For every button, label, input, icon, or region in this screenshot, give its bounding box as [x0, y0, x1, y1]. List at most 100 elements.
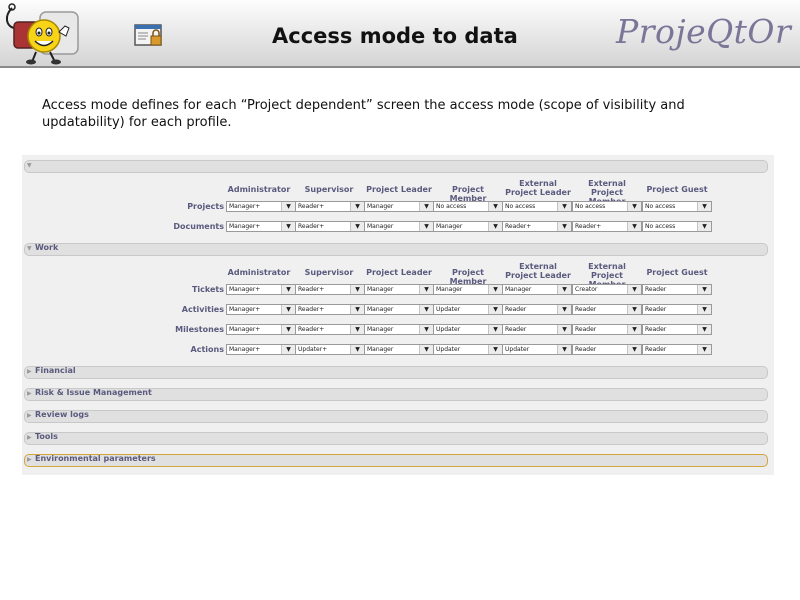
section-header-3[interactable]: ▶ Risk & Issue Management: [24, 388, 768, 401]
chevron-down-icon[interactable]: ▼: [557, 325, 571, 334]
access-mode-select[interactable]: Creator ▼: [572, 284, 642, 295]
access-mode-select[interactable]: Manager ▼: [364, 201, 434, 212]
access-mode-select[interactable]: No access ▼: [433, 201, 503, 212]
chevron-down-icon[interactable]: ▼: [557, 345, 571, 354]
access-mode-select[interactable]: Manager+ ▼: [226, 221, 296, 232]
chevron-down-icon[interactable]: ▼: [350, 345, 364, 354]
chevron-down-icon[interactable]: ▼: [697, 285, 711, 294]
chevron-down-icon[interactable]: ▼: [350, 285, 364, 294]
row-label-documents: Documents: [173, 222, 224, 231]
select-value: No access: [645, 203, 676, 210]
chevron-down-icon[interactable]: ▼: [281, 305, 295, 314]
chevron-down-icon[interactable]: ▼: [557, 202, 571, 211]
access-mode-select[interactable]: Reader+ ▼: [295, 201, 365, 212]
access-mode-select[interactable]: Reader ▼: [502, 304, 572, 315]
access-mode-select[interactable]: Reader+ ▼: [295, 221, 365, 232]
access-mode-select[interactable]: Reader ▼: [572, 324, 642, 335]
chevron-down-icon[interactable]: ▼: [419, 345, 433, 354]
access-mode-select[interactable]: Reader ▼: [642, 324, 712, 335]
chevron-down-icon[interactable]: ▼: [350, 325, 364, 334]
access-mode-select[interactable]: Manager ▼: [364, 284, 434, 295]
access-mode-select[interactable]: Reader+ ▼: [572, 221, 642, 232]
access-mode-select[interactable]: Updater+ ▼: [295, 344, 365, 355]
access-mode-select[interactable]: Manager+ ▼: [226, 304, 296, 315]
access-mode-select[interactable]: Manager ▼: [364, 304, 434, 315]
chevron-down-icon[interactable]: ▼: [627, 325, 641, 334]
access-mode-select[interactable]: Manager ▼: [433, 221, 503, 232]
section-header-4[interactable]: ▶ Review logs: [24, 410, 768, 423]
triangle-down-icon: ▼: [27, 245, 32, 252]
chevron-down-icon[interactable]: ▼: [627, 305, 641, 314]
access-mode-select[interactable]: Manager ▼: [364, 324, 434, 335]
section-header-5[interactable]: ▶ Tools: [24, 432, 768, 445]
access-mode-select[interactable]: Reader+ ▼: [502, 221, 572, 232]
chevron-down-icon[interactable]: ▼: [281, 325, 295, 334]
access-mode-select[interactable]: Reader ▼: [502, 324, 572, 335]
select-value: Manager+: [229, 203, 261, 210]
access-mode-select[interactable]: Manager+ ▼: [226, 344, 296, 355]
chevron-down-icon[interactable]: ▼: [627, 285, 641, 294]
chevron-down-icon[interactable]: ▼: [419, 285, 433, 294]
access-mode-select[interactable]: Manager ▼: [433, 284, 503, 295]
access-mode-select[interactable]: Manager+ ▼: [226, 284, 296, 295]
section-header-6[interactable]: ▶ Environmental parameters: [24, 454, 768, 467]
access-mode-select[interactable]: Manager+ ▼: [226, 324, 296, 335]
access-mode-select[interactable]: Reader ▼: [642, 284, 712, 295]
chevron-down-icon[interactable]: ▼: [419, 202, 433, 211]
chevron-down-icon[interactable]: ▼: [350, 202, 364, 211]
access-mode-select[interactable]: Manager+ ▼: [226, 201, 296, 212]
chevron-down-icon[interactable]: ▼: [419, 305, 433, 314]
access-mode-select[interactable]: Reader ▼: [572, 344, 642, 355]
access-mode-select[interactable]: No access ▼: [502, 201, 572, 212]
chevron-down-icon[interactable]: ▼: [350, 222, 364, 231]
section-header-2[interactable]: ▶ Financial: [24, 366, 768, 379]
access-mode-select[interactable]: Manager ▼: [364, 344, 434, 355]
section-header-1[interactable]: ▼ Work: [24, 243, 768, 256]
chevron-down-icon[interactable]: ▼: [627, 222, 641, 231]
select-value: Manager: [367, 286, 394, 293]
access-mode-select[interactable]: Updater ▼: [433, 304, 503, 315]
access-mode-select[interactable]: Reader+ ▼: [295, 284, 365, 295]
chevron-down-icon[interactable]: ▼: [281, 202, 295, 211]
chevron-down-icon[interactable]: ▼: [488, 345, 502, 354]
chevron-down-icon[interactable]: ▼: [350, 305, 364, 314]
chevron-down-icon[interactable]: ▼: [627, 345, 641, 354]
chevron-down-icon[interactable]: ▼: [557, 305, 571, 314]
select-value: Reader: [575, 346, 597, 353]
chevron-down-icon[interactable]: ▼: [419, 222, 433, 231]
chevron-down-icon[interactable]: ▼: [697, 325, 711, 334]
chevron-down-icon[interactable]: ▼: [697, 222, 711, 231]
chevron-down-icon[interactable]: ▼: [281, 285, 295, 294]
chevron-down-icon[interactable]: ▼: [281, 345, 295, 354]
access-mode-select[interactable]: Manager ▼: [502, 284, 572, 295]
chevron-down-icon[interactable]: ▼: [697, 305, 711, 314]
select-value: Manager+: [229, 286, 261, 293]
chevron-down-icon[interactable]: ▼: [697, 345, 711, 354]
access-mode-select[interactable]: Updater ▼: [433, 344, 503, 355]
chevron-down-icon[interactable]: ▼: [281, 222, 295, 231]
access-mode-select[interactable]: Updater ▼: [433, 324, 503, 335]
access-mode-select[interactable]: Reader ▼: [642, 304, 712, 315]
chevron-down-icon[interactable]: ▼: [488, 285, 502, 294]
chevron-down-icon[interactable]: ▼: [488, 202, 502, 211]
access-mode-select[interactable]: Manager ▼: [364, 221, 434, 232]
projeqtor-logo: ProjeQtOr: [616, 12, 792, 51]
chevron-down-icon[interactable]: ▼: [419, 325, 433, 334]
chevron-down-icon[interactable]: ▼: [557, 222, 571, 231]
access-mode-select[interactable]: Reader ▼: [572, 304, 642, 315]
chevron-down-icon[interactable]: ▼: [488, 305, 502, 314]
chevron-down-icon[interactable]: ▼: [557, 285, 571, 294]
chevron-down-icon[interactable]: ▼: [488, 325, 502, 334]
access-mode-select[interactable]: No access ▼: [572, 201, 642, 212]
access-mode-select[interactable]: Reader+ ▼: [295, 324, 365, 335]
access-mode-select[interactable]: No access ▼: [642, 201, 712, 212]
section-header-0[interactable]: ▼: [24, 160, 768, 173]
chevron-down-icon[interactable]: ▼: [627, 202, 641, 211]
access-mode-select[interactable]: Reader+ ▼: [295, 304, 365, 315]
access-mode-select[interactable]: Updater ▼: [502, 344, 572, 355]
chevron-down-icon[interactable]: ▼: [488, 222, 502, 231]
access-mode-select[interactable]: Reader ▼: [642, 344, 712, 355]
access-mode-select[interactable]: No access ▼: [642, 221, 712, 232]
chevron-down-icon[interactable]: ▼: [697, 202, 711, 211]
select-value: Reader: [575, 326, 597, 333]
